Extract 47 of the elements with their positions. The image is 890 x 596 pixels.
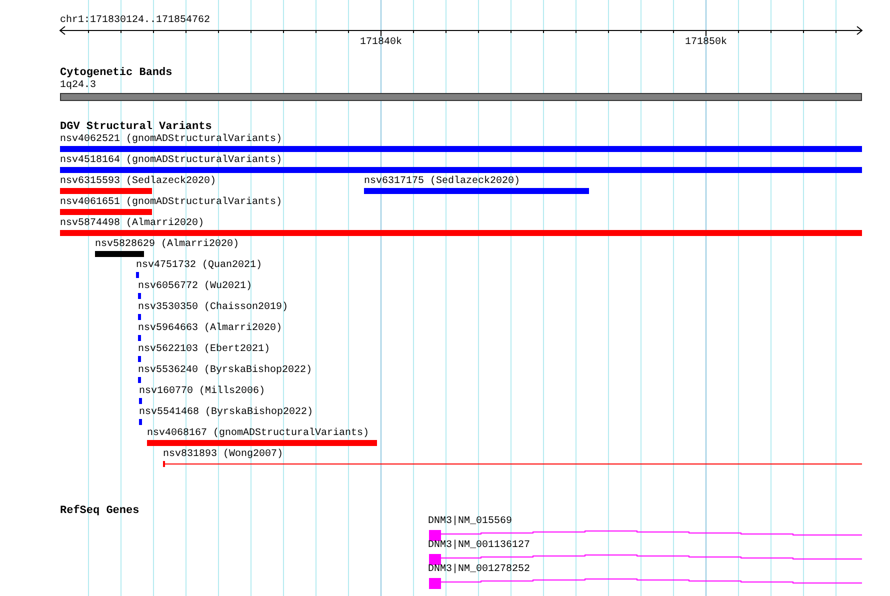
transcript-label[interactable]: DNM3|NM_001136127 <box>428 540 530 551</box>
variant-bar[interactable] <box>60 146 862 152</box>
track-title: DGV Structural Variants <box>60 121 212 133</box>
tick-label: 171840k <box>360 37 402 48</box>
variant-label[interactable]: nsv5874498 (Almarri2020) <box>60 218 204 229</box>
gene-model-drawing[interactable] <box>429 578 862 589</box>
band-label: 1q24.3 <box>60 80 96 91</box>
variant-bar[interactable] <box>95 251 144 257</box>
transcript-label[interactable]: DNM3|NM_001278252 <box>428 564 530 575</box>
variant-label[interactable]: nsv4068167 (gnomADStructuralVariants) <box>147 428 370 439</box>
location-label: chr1:171830124..171854762 <box>60 15 210 26</box>
variant-label[interactable]: nsv4062521 (gnomADStructuralVariants) <box>60 134 282 145</box>
tick-label: 171850k <box>685 37 728 48</box>
variant-bar[interactable] <box>60 209 152 215</box>
variant-line[interactable] <box>163 461 862 467</box>
variant-label[interactable]: nsv6317175 (Sedlazeck2020) <box>364 176 520 187</box>
variant-label[interactable]: nsv4061651 (gnomADStructuralVariants) <box>60 197 282 208</box>
variant-label[interactable]: nsv4751732 (Quan2021) <box>136 260 262 271</box>
variant-bar[interactable] <box>139 398 142 404</box>
variant-label[interactable]: nsv5964663 (Almarri2020) <box>138 323 282 334</box>
gene-model-drawing[interactable] <box>429 530 862 541</box>
variant-bar[interactable] <box>138 293 141 299</box>
track-title: Cytogenetic Bands <box>60 67 172 79</box>
variant-label[interactable]: nsv5622103 (Ebert2021) <box>138 344 270 355</box>
variant-bar[interactable] <box>138 356 141 362</box>
variant-bar[interactable] <box>138 377 141 383</box>
variant-bar[interactable] <box>60 167 862 173</box>
variant-label[interactable]: nsv5828629 (Almarri2020) <box>95 239 240 250</box>
variant-label[interactable]: nsv6056772 (Wu2021) <box>138 281 252 292</box>
variant-bar[interactable] <box>139 419 142 425</box>
variant-bar[interactable] <box>138 335 141 341</box>
track-title: RefSeq Genes <box>60 505 140 517</box>
variant-label[interactable]: nsv160770 (Mills2006) <box>139 386 266 397</box>
variant-bar[interactable] <box>138 314 141 320</box>
transcript-label[interactable]: DNM3|NM_015569 <box>428 516 512 527</box>
variant-bar[interactable] <box>60 230 862 236</box>
variant-label[interactable]: nsv3530350 (Chaisson2019) <box>138 302 288 313</box>
variant-label[interactable]: nsv5541468 (ByrskaBishop2022) <box>139 407 314 418</box>
variant-bar[interactable] <box>364 188 589 194</box>
variant-label[interactable]: nsv6315593 (Sedlazeck2020) <box>60 176 216 187</box>
variant-label[interactable]: nsv5536240 (ByrskaBishop2022) <box>138 365 312 376</box>
variant-label[interactable]: nsv831893 (Wong2007) <box>163 449 284 460</box>
variant-bar[interactable] <box>136 272 139 278</box>
variant-bar[interactable] <box>147 440 377 446</box>
variant-label[interactable]: nsv4518164 (gnomADStructuralVariants) <box>60 155 282 166</box>
variant-bar[interactable] <box>60 188 152 194</box>
gene-model-drawing[interactable] <box>429 554 862 565</box>
